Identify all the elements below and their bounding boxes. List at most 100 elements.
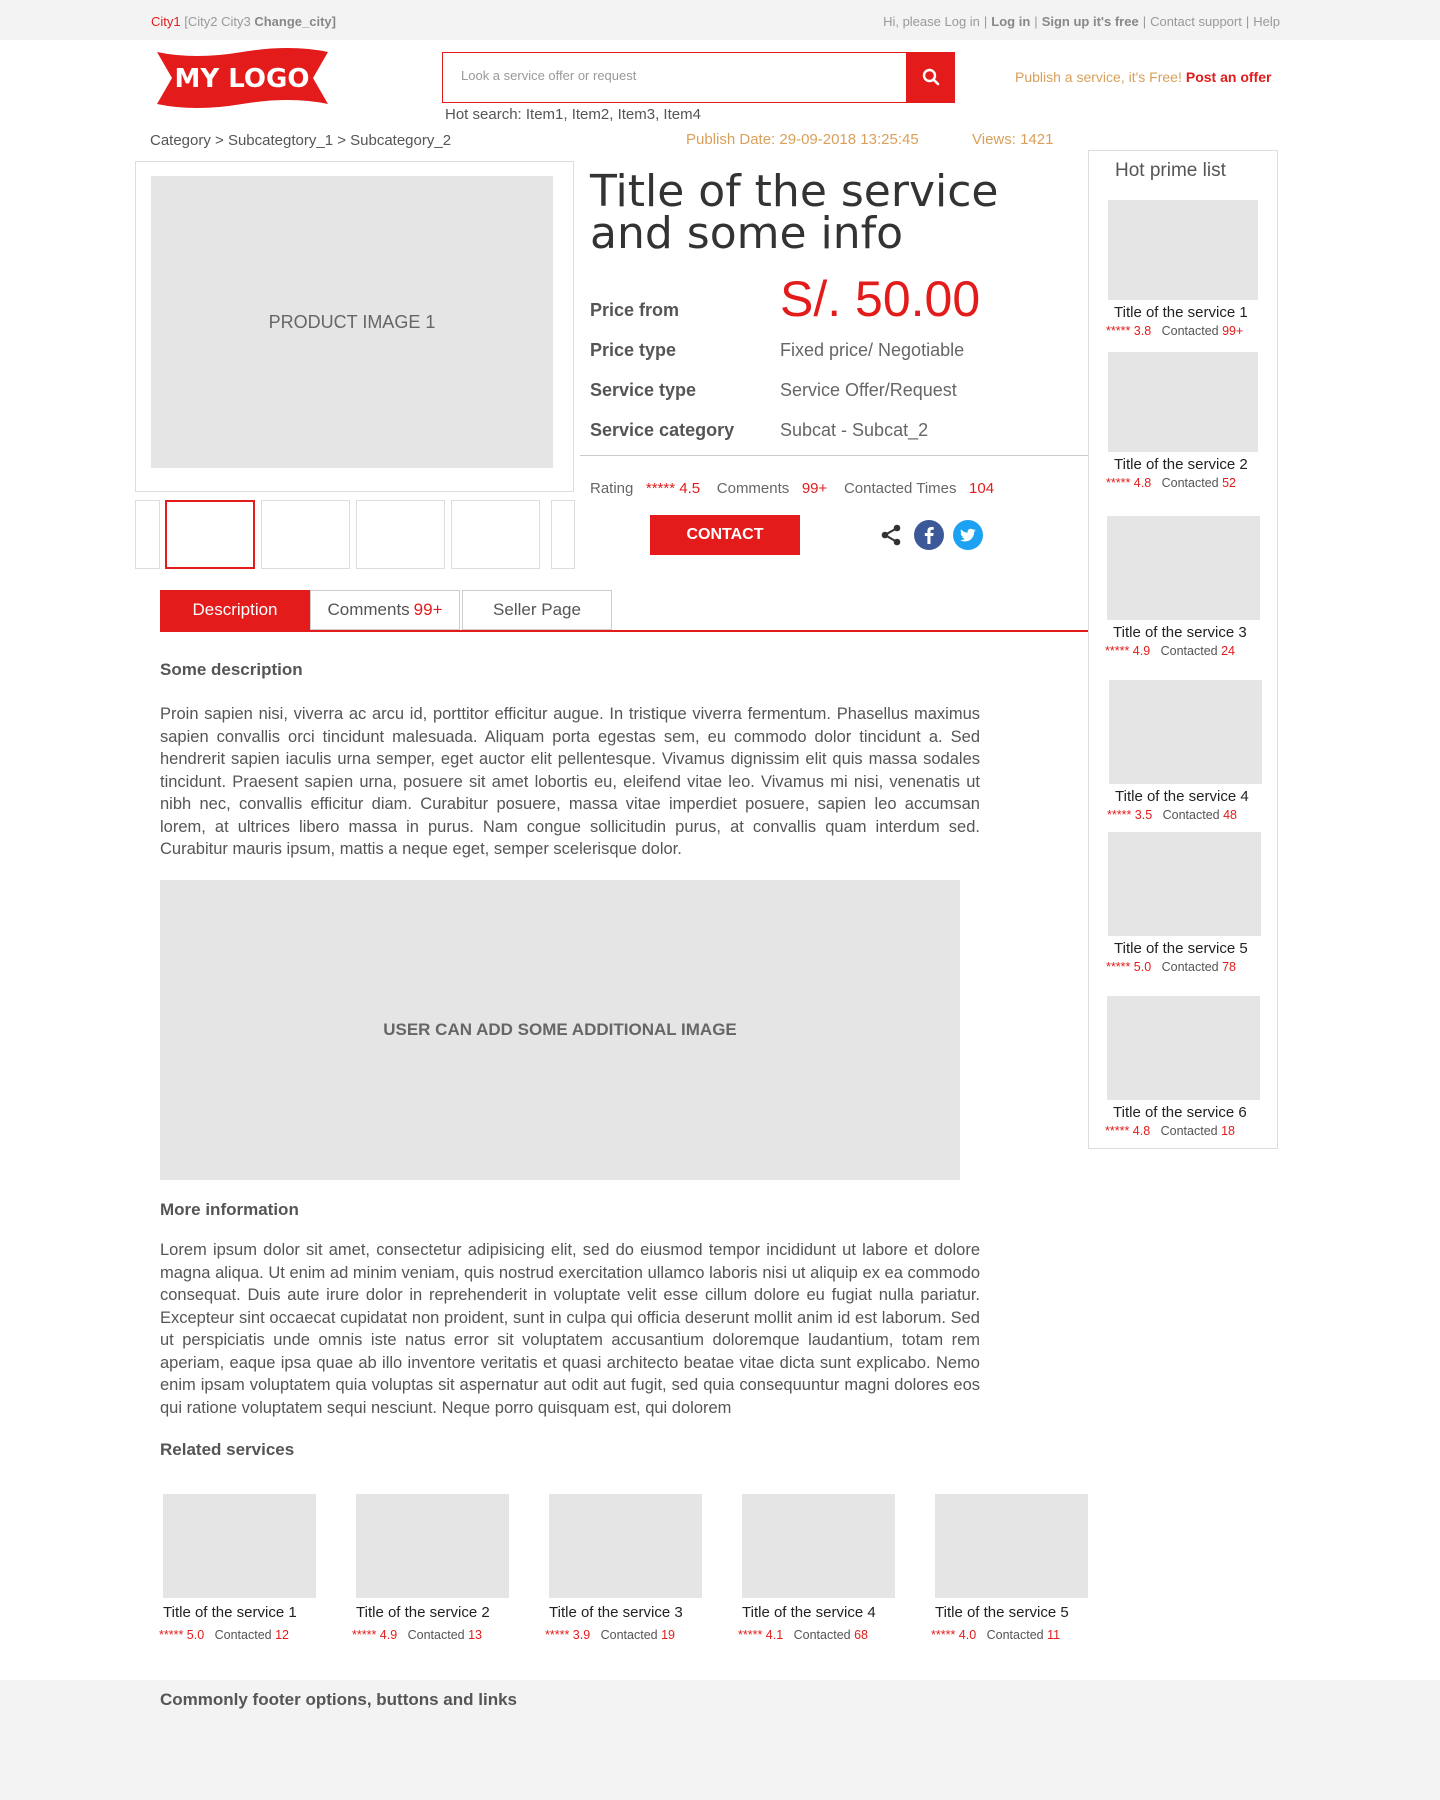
comments-label: Comments xyxy=(716,480,790,497)
hot-prime-item-meta: ***** 3.5 Contacted 48 xyxy=(1107,808,1237,822)
tab-description[interactable]: Description xyxy=(160,590,310,630)
tab-description-label: Description xyxy=(192,600,278,619)
hot-prime-thumbnail[interactable] xyxy=(1108,200,1258,300)
hot-prime-thumbnail[interactable] xyxy=(1108,832,1261,936)
related-service-contacted-label: Contacted xyxy=(407,1628,465,1642)
divider xyxy=(580,455,1088,456)
hot-prime-item-title[interactable]: Title of the service 2 xyxy=(1114,456,1248,473)
contacted-count: 104 xyxy=(969,480,995,497)
city-current[interactable]: City1 xyxy=(151,14,181,29)
related-service-title[interactable]: Title of the service 3 xyxy=(549,1604,683,1621)
account-links: Hi, please Log in | Log in | Sign up it's fr… xyxy=(883,14,1280,29)
related-service-thumbnail[interactable] xyxy=(163,1494,316,1598)
price-value: S/. 50.00 xyxy=(780,271,981,327)
related-service-contacted: 19 xyxy=(661,1628,675,1642)
hot-prime-item-meta: ***** 5.0 Contacted 78 xyxy=(1106,960,1236,974)
search-box xyxy=(442,51,955,103)
hot-prime-thumbnail[interactable] xyxy=(1107,516,1260,620)
thumbnail[interactable] xyxy=(261,500,350,569)
hot-prime-item-contacted-label: Contacted xyxy=(1162,808,1220,822)
service-type-label: Service type xyxy=(590,380,697,400)
hot-prime-item-rating: ***** 3.5 xyxy=(1107,808,1153,822)
related-service-title[interactable]: Title of the service 1 xyxy=(163,1604,297,1621)
product-image-label: PRODUCT IMAGE 1 xyxy=(268,311,436,332)
thumbnail[interactable] xyxy=(165,500,255,569)
search-button[interactable] xyxy=(906,51,955,103)
related-service-thumbnail[interactable] xyxy=(356,1494,509,1598)
logo-text: MY LOGO xyxy=(175,64,310,94)
comments-count: 99+ xyxy=(801,480,828,497)
facebook-icon[interactable] xyxy=(914,520,944,550)
description-heading: Some description xyxy=(160,660,303,679)
tab-comments[interactable]: Comments 99+ xyxy=(310,590,460,630)
additional-image[interactable]: USER CAN ADD SOME ADDITIONAL IMAGE xyxy=(160,880,960,1180)
hot-prime-thumbnail[interactable] xyxy=(1107,996,1260,1100)
more-info-text: Lorem ipsum dolor sit amet, consectetur … xyxy=(160,1241,980,1417)
price-type-label: Price type xyxy=(590,340,677,360)
view-count: Views: 1421 xyxy=(972,131,1054,148)
city-selector: City1 [City2 City3 Change_city] xyxy=(151,14,336,29)
related-service-meta: ***** 3.9 Contacted 19 xyxy=(545,1628,675,1642)
breadcrumb[interactable]: Category > Subcategtory_1 > Subcategory_… xyxy=(150,132,451,149)
hot-prime-item-contacted: 52 xyxy=(1222,476,1236,490)
contact-support-link[interactable]: Contact support xyxy=(1150,14,1242,29)
search-input[interactable] xyxy=(461,68,891,83)
hot-prime-item-contacted-label: Contacted xyxy=(1160,644,1218,658)
price-label: Price from xyxy=(590,300,680,320)
hot-prime-title: Hot prime list xyxy=(1115,160,1226,181)
contact-button[interactable]: CONTACT xyxy=(650,515,800,555)
publish-promo: Publish a service, it's Free! Post an off… xyxy=(1015,69,1271,85)
related-service-rating: ***** 5.0 xyxy=(159,1628,205,1642)
related-service-rating: ***** 3.9 xyxy=(545,1628,591,1642)
hot-prime-thumbnail[interactable] xyxy=(1108,352,1258,452)
thumbnail-next[interactable] xyxy=(551,500,575,569)
related-service-title[interactable]: Title of the service 5 xyxy=(935,1604,1069,1621)
site-logo[interactable]: MY LOGO xyxy=(155,48,330,108)
related-service-thumbnail[interactable] xyxy=(549,1494,702,1598)
tab-comments-label: Comments xyxy=(327,600,410,619)
related-service-rating: ***** 4.9 xyxy=(352,1628,398,1642)
related-service-meta: ***** 4.0 Contacted 11 xyxy=(931,1628,1060,1642)
signup-link[interactable]: Sign up it's free xyxy=(1042,14,1139,29)
thumbnail[interactable] xyxy=(451,500,540,569)
related-service-thumbnail[interactable] xyxy=(742,1494,895,1598)
related-service-thumbnail[interactable] xyxy=(935,1494,1088,1598)
hot-prime-item-title[interactable]: Title of the service 3 xyxy=(1113,624,1247,641)
related-service-title[interactable]: Title of the service 2 xyxy=(356,1604,490,1621)
hot-prime-item-title[interactable]: Title of the service 5 xyxy=(1114,940,1248,957)
thumbnail-prev[interactable] xyxy=(135,500,160,569)
tab-comments-count: 99+ xyxy=(413,600,443,619)
hot-search[interactable]: Hot search: Item1, Item2, Item3, Item4 xyxy=(445,106,701,123)
related-service-title[interactable]: Title of the service 4 xyxy=(742,1604,876,1621)
product-image[interactable]: PRODUCT IMAGE 1 xyxy=(151,176,553,468)
category-value: Subcat - Subcat_2 xyxy=(780,420,929,440)
hot-prime-item-rating: ***** 5.0 xyxy=(1106,960,1152,974)
thumbnail[interactable] xyxy=(356,500,445,569)
hot-prime-item-title[interactable]: Title of the service 4 xyxy=(1115,788,1249,805)
city-others[interactable]: [City2 City3 xyxy=(184,14,250,29)
hot-prime-item-rating: ***** 4.8 xyxy=(1106,476,1152,490)
contacted-label: Contacted Times xyxy=(843,480,957,497)
post-offer-link[interactable]: Post an offer xyxy=(1186,69,1272,85)
hot-prime-thumbnail[interactable] xyxy=(1109,680,1262,784)
hot-prime-item-title[interactable]: Title of the service 1 xyxy=(1114,304,1248,321)
hot-prime-item-contacted-label: Contacted xyxy=(1161,324,1219,338)
related-service-rating: ***** 4.0 xyxy=(931,1628,977,1642)
related-service-contacted: 13 xyxy=(468,1628,482,1642)
footer-text: Commonly footer options, buttons and lin… xyxy=(160,1690,517,1709)
more-info-heading: More information xyxy=(160,1200,299,1219)
login-link[interactable]: Log in xyxy=(991,14,1030,29)
change-city-link[interactable]: Change_city] xyxy=(254,14,336,29)
tab-seller-page[interactable]: Seller Page xyxy=(462,590,612,630)
description-text: Proin sapien nisi, viverra ac arcu id, p… xyxy=(160,705,980,858)
rating-value: ***** 4.5 xyxy=(645,480,701,497)
share-icon[interactable] xyxy=(880,524,902,546)
hot-prime-item-contacted: 48 xyxy=(1223,808,1237,822)
help-link[interactable]: Help xyxy=(1253,14,1280,29)
hot-prime-item-title[interactable]: Title of the service 6 xyxy=(1113,1104,1247,1121)
twitter-icon[interactable] xyxy=(953,520,983,550)
related-service-contacted: 12 xyxy=(275,1628,289,1642)
service-type-value: Service Offer/Request xyxy=(780,380,957,400)
hot-prime-item-rating: ***** 4.9 xyxy=(1105,644,1151,658)
service-title: Title of the service and some info xyxy=(590,166,999,259)
